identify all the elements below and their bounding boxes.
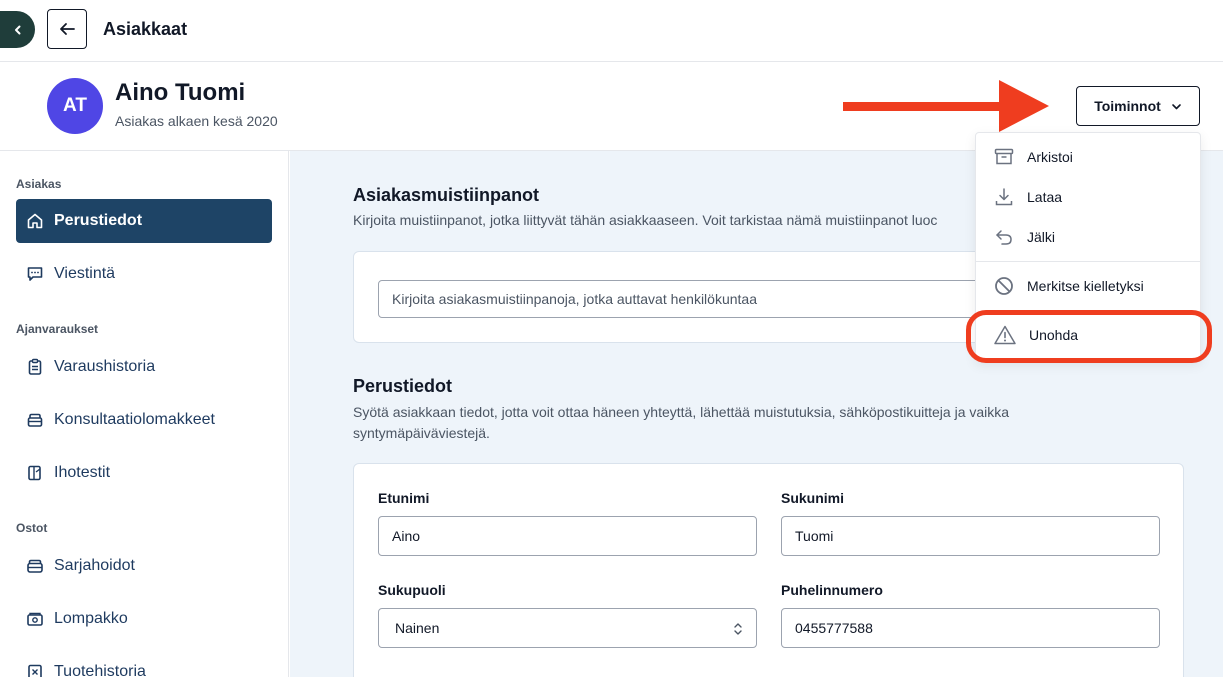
sidebar-item-viestinta[interactable]: Viestintä	[16, 252, 272, 296]
notes-description: Kirjoita muistiinpanot, jotka liittyvät …	[353, 212, 938, 228]
customer-since: Asiakas alkaen kesä 2020	[115, 113, 278, 129]
sidebar-item-label: Tuotehistoria	[54, 663, 146, 677]
sidebar-item-label: Ihotestit	[54, 464, 111, 481]
menu-item-arkistoi[interactable]: Arkistoi	[976, 137, 1200, 177]
first-name-label: Etunimi	[378, 490, 430, 506]
sidebar-item-label: Perustiedot	[54, 212, 143, 229]
sidebar-item-label: Sarjahoidot	[54, 557, 135, 574]
menu-item-lataa[interactable]: Lataa	[976, 177, 1200, 217]
sidebar-section-asiakas: Asiakas	[16, 177, 62, 191]
basic-info-description-line2: syntymäpäiväviestejä.	[353, 425, 490, 441]
ban-icon	[995, 277, 1013, 295]
annotation-highlight	[966, 310, 1212, 363]
skin-test-icon	[28, 465, 41, 481]
download-icon	[995, 188, 1013, 206]
gender-select[interactable]: Nainen	[378, 608, 757, 648]
arrow-left-icon	[60, 23, 75, 35]
undo-icon	[996, 230, 1012, 245]
actions-button[interactable]: Toiminnot	[1076, 86, 1200, 126]
menu-item-label: Jälki	[1027, 229, 1056, 245]
sidebar-section-ostot: Ostot	[16, 521, 48, 535]
gender-select-value: Nainen	[395, 620, 440, 636]
select-arrows-icon	[734, 623, 742, 635]
sidebar-item-perustiedot[interactable]: Perustiedot	[16, 199, 272, 243]
sidebar-item-label: Viestintä	[54, 265, 116, 282]
sidebar-item-label: Varaushistoria	[54, 358, 156, 375]
menu-item-label: Arkistoi	[1027, 149, 1073, 165]
annotation-arrow	[843, 80, 1049, 132]
sidebar-item-lompakko[interactable]: Lompakko	[16, 597, 272, 641]
sidebar-item-label: Lompakko	[54, 610, 128, 627]
notes-input[interactable]: Kirjoita asiakasmuistiinpanoja, jotka au…	[378, 280, 998, 318]
last-name-label: Sukunimi	[781, 490, 845, 506]
chevron-left-icon	[14, 25, 20, 34]
customer-name: Aino Tuomi	[115, 79, 246, 106]
menu-item-merkitse-kielletyksi[interactable]: Merkitse kielletyksi	[976, 266, 1200, 306]
phone-label: Puhelinnumero	[781, 582, 883, 598]
actions-button-label: Toiminnot	[1094, 98, 1161, 114]
stack-icon	[27, 559, 43, 573]
menu-item-label: Lataa	[1027, 189, 1063, 205]
back-button[interactable]	[47, 9, 87, 49]
sidebar-item-varaushistoria[interactable]: Varaushistoria	[16, 345, 272, 389]
menu-item-jalki[interactable]: Jälki	[976, 217, 1200, 257]
phone-input[interactable]: 0455777588	[781, 608, 1160, 648]
receipt-icon	[28, 664, 42, 677]
last-name-input[interactable]: Tuomi	[781, 516, 1160, 556]
menu-item-label: Merkitse kielletyksi	[1027, 278, 1144, 294]
wallet-icon	[27, 612, 43, 626]
basic-info-card: Etunimi Aino Sukunimi Tuomi Sukupuoli Na…	[353, 463, 1184, 677]
clipboard-icon	[28, 358, 42, 375]
gender-label: Sukupuoli	[378, 582, 446, 598]
page-title: Asiakkaat	[103, 19, 188, 39]
notes-title: Asiakasmuistiinpanot	[353, 185, 540, 205]
sidebar-item-ihotestit[interactable]: Ihotestit	[16, 451, 272, 495]
basic-info-description-line1: Syötä asiakkaan tiedot, jotta voit ottaa…	[353, 404, 1010, 420]
sidebar-item-label: Konsultaatiolomakkeet	[54, 411, 215, 428]
first-name-input[interactable]: Aino	[378, 516, 757, 556]
chevron-down-icon	[1171, 103, 1181, 109]
chat-icon	[27, 267, 43, 281]
basic-info-title: Perustiedot	[353, 376, 453, 396]
archive-icon	[994, 148, 1014, 165]
sidebar-section-ajanvaraukset: Ajanvaraukset	[16, 322, 99, 336]
sidebar-item-sarjahoidot[interactable]: Sarjahoidot	[16, 544, 272, 588]
sidebar-item-konsultaatiolomakkeet[interactable]: Konsultaatiolomakkeet	[16, 398, 272, 442]
home-icon	[27, 213, 43, 229]
top-bar: Asiakkaat	[0, 0, 1223, 62]
sidebar-item-tuotehistoria[interactable]: Tuotehistoria	[16, 650, 272, 677]
menu-divider	[976, 261, 1200, 262]
sidebar-collapse-button[interactable]	[0, 11, 35, 48]
layers-icon	[27, 413, 43, 427]
sidebar: Asiakas Perustiedot Viestintä Ajanvarauk…	[0, 151, 289, 677]
avatar: AT	[47, 78, 103, 134]
